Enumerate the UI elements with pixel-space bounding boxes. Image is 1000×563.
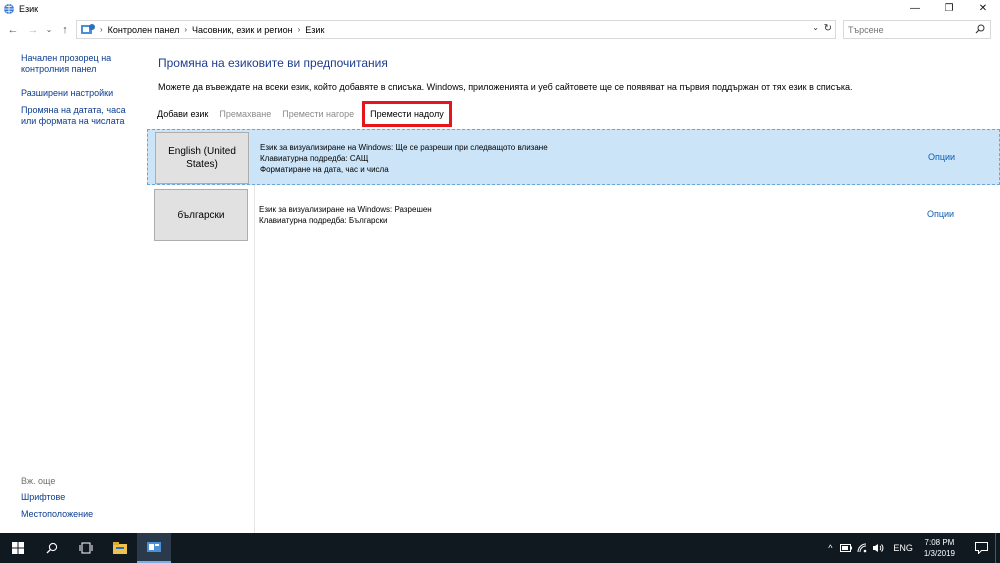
move-up-button[interactable]: Премести нагоре xyxy=(282,109,354,119)
search-icon[interactable] xyxy=(975,24,985,36)
task-view-icon[interactable] xyxy=(69,533,103,563)
up-arrow-icon[interactable]: ↑ xyxy=(58,21,72,39)
sidebar-link-location[interactable]: Местоположение xyxy=(21,509,143,520)
breadcrumb-language[interactable]: Език xyxy=(305,25,324,35)
page-title: Промяна на езиковите ви предпочитания xyxy=(158,56,388,70)
language-tile-english[interactable]: English (United States) xyxy=(155,132,249,184)
breadcrumb-control-panel[interactable]: Контролен панел xyxy=(108,25,180,35)
display-language-status: Език за визуализиране на Windows: Ще се … xyxy=(260,143,548,152)
show-hidden-icons-chevron-icon[interactable]: ^ xyxy=(822,533,838,563)
system-tray: ^ ENG 7:08 PM 1/3/2019 xyxy=(822,533,1000,563)
see-also-label: Вж. още xyxy=(21,476,56,486)
clock-time: 7:08 PM xyxy=(924,538,955,547)
language-details: Език за визуализиране на Windows: Разреш… xyxy=(259,204,432,226)
move-down-button[interactable]: Премести надолу xyxy=(362,100,452,127)
remove-button[interactable]: Премахване xyxy=(219,109,271,119)
add-language-button[interactable]: Добави език xyxy=(157,109,208,119)
breadcrumb-separator-icon[interactable]: › xyxy=(298,25,301,34)
main-panel: Промяна на езиковите ви предпочитания Мо… xyxy=(146,42,1000,533)
language-list: English (United States) Език за визуализ… xyxy=(146,129,1000,533)
options-link-english[interactable]: Опции xyxy=(928,152,955,162)
address-row: ← → ⌄ ↑ › Контролен панел › Часовник, ез… xyxy=(0,17,1000,42)
input-language-indicator[interactable]: ENG xyxy=(893,543,913,553)
action-center-icon[interactable] xyxy=(967,533,995,563)
keyboard-layout: Клавиатурна подредба: САЩ xyxy=(260,154,369,163)
clock-date: 1/3/2019 xyxy=(923,549,955,558)
options-link-bulgarian[interactable]: Опции xyxy=(927,209,954,219)
search-box[interactable] xyxy=(843,20,991,39)
recent-locations-chevron-icon[interactable]: ⌄ xyxy=(42,21,56,39)
format-info: Форматиране на дата, час и числа xyxy=(260,165,389,174)
search-icon[interactable] xyxy=(35,533,69,563)
sidebar-link-fonts[interactable]: Шрифтове xyxy=(21,492,143,503)
volume-icon[interactable] xyxy=(870,533,886,563)
language-tile-bulgarian[interactable]: български xyxy=(154,189,248,241)
control-panel-taskbar-icon[interactable] xyxy=(137,533,171,563)
battery-icon[interactable] xyxy=(838,533,854,563)
minimize-button[interactable]: — xyxy=(898,0,932,17)
language-toolbar: Добави език Премахване Премести нагоре П… xyxy=(146,100,1000,127)
search-input[interactable] xyxy=(848,24,968,35)
refresh-icon[interactable]: ↻ xyxy=(824,23,832,34)
maximize-button[interactable]: ❐ xyxy=(932,0,966,17)
taskbar: ^ ENG 7:08 PM 1/3/2019 xyxy=(0,533,1000,563)
forward-arrow-icon[interactable]: → xyxy=(26,21,40,39)
close-button[interactable]: ✕ xyxy=(966,0,1000,17)
network-icon[interactable] xyxy=(854,533,870,563)
window-title: Език xyxy=(19,3,39,14)
start-windows-icon[interactable] xyxy=(1,533,35,563)
sidebar-link-change-date-format[interactable]: Промяна на датата, часа или формата на ч… xyxy=(21,105,143,127)
sidebar: Начален прозорец на контролния панел Раз… xyxy=(0,42,146,533)
sidebar-link-control-panel-home[interactable]: Начален прозорец на контролния панел xyxy=(21,53,143,75)
breadcrumb-separator-icon: › xyxy=(100,25,103,34)
back-arrow-icon[interactable]: ← xyxy=(6,21,20,39)
title-bar: Език — ❐ ✕ xyxy=(0,0,1000,17)
language-row-english[interactable]: English (United States) Език за визуализ… xyxy=(147,129,1000,185)
control-panel-icon xyxy=(79,22,97,38)
system-clock[interactable]: 7:08 PM 1/3/2019 xyxy=(924,537,955,559)
keyboard-layout: Клавиатурна подредба: Български xyxy=(259,216,388,225)
language-row-bulgarian[interactable]: български Език за визуализиране на Windo… xyxy=(147,189,1000,245)
language-details: Език за визуализиране на Windows: Ще се … xyxy=(260,142,548,175)
address-bar[interactable]: › Контролен панел › Часовник, език и рег… xyxy=(76,20,836,39)
sidebar-link-advanced-settings[interactable]: Разширени настройки xyxy=(21,88,143,99)
breadcrumb-separator-icon[interactable]: › xyxy=(184,25,187,34)
language-app-icon xyxy=(3,3,15,15)
file-explorer-icon[interactable] xyxy=(103,533,137,563)
show-desktop-button[interactable] xyxy=(995,533,1000,563)
display-language-status: Език за визуализиране на Windows: Разреш… xyxy=(259,205,432,214)
address-dropdown-icon[interactable]: ⌄ xyxy=(812,23,819,32)
breadcrumb-clock-region[interactable]: Часовник, език и регион xyxy=(192,25,293,35)
page-description: Можете да въвеждате на всеки език, който… xyxy=(158,82,853,92)
